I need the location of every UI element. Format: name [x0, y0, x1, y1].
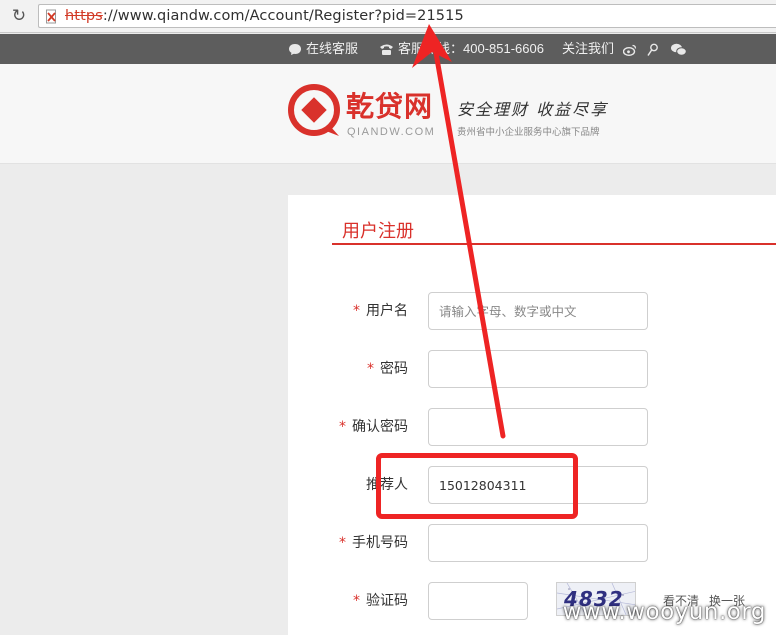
page-title: 用户注册	[342, 221, 414, 242]
password-label: * 密码	[367, 350, 408, 388]
hotline: 客服热线：400-851-6606	[379, 41, 544, 57]
phone-label: * 手机号码	[339, 524, 408, 562]
confirm-password-row: * 确认密码	[288, 408, 776, 446]
online-service-label: 在线客服	[306, 41, 359, 56]
online-service-link[interactable]: 在线客服	[288, 41, 358, 57]
insecure-lock-icon	[46, 9, 56, 24]
captcha-label: * 验证码	[353, 582, 408, 620]
register-panel: 用户注册 *用户名 *密码 *确认密码 推荐人 *手机号码 *验证码 4832 …	[288, 195, 776, 635]
url-text: https://www.qiandw.com/Account/Register?…	[65, 7, 464, 26]
qiandw-logo-icon[interactable]	[288, 84, 340, 138]
chat-bubble-icon	[289, 44, 301, 55]
phone-label-text: 手机号码	[352, 535, 408, 551]
logo-text: 乾贷网	[346, 90, 434, 123]
username-input[interactable]	[428, 292, 648, 330]
username-row: * 用户名	[288, 292, 776, 330]
confirm-password-label: * 确认密码	[339, 408, 408, 446]
wechat-icon[interactable]	[670, 43, 687, 56]
required-mark: *	[339, 535, 346, 551]
phone-input[interactable]	[428, 524, 648, 562]
reload-icon[interactable]: ↻	[9, 5, 29, 27]
follow-us-label: 关注我们	[562, 41, 615, 56]
sub-slogan: 贵州省中小企业服务中心旗下品牌	[457, 127, 600, 138]
username-label: * 用户名	[353, 292, 408, 330]
password-label-text: 密码	[380, 361, 408, 377]
phone-icon	[380, 44, 393, 55]
required-mark: *	[339, 419, 346, 435]
confirm-password-label-text: 确认密码	[352, 419, 408, 435]
password-row: * 密码	[288, 350, 776, 388]
slogan: 安全理财 收益尽享	[457, 100, 609, 119]
captcha-label-text: 验证码	[366, 593, 408, 609]
hotline-label: 客服热线：400-851-6606	[398, 41, 544, 56]
title-divider	[332, 243, 776, 245]
url-path: ://www.qiandw.com/Account/Register?pid=2…	[102, 8, 464, 24]
password-input[interactable]	[428, 350, 648, 388]
phone-row: * 手机号码	[288, 524, 776, 562]
site-topbar: 在线客服 客服热线：400-851-6606 关注我们	[0, 34, 776, 64]
logo-domain: QIANDW.COM	[347, 126, 436, 138]
annotation-highlight-box	[376, 453, 578, 519]
site-header: 乾贷网 QIANDW.COM 安全理财 收益尽享 贵州省中小企业服务中心旗下品牌	[0, 64, 776, 164]
address-bar[interactable]: https://www.qiandw.com/Account/Register?…	[38, 4, 776, 28]
watermark: www.wooyun.org	[562, 599, 766, 625]
follow-us: 关注我们	[562, 41, 691, 57]
tencent-weibo-icon[interactable]	[646, 43, 660, 56]
required-mark: *	[353, 593, 360, 609]
url-protocol: https	[65, 8, 103, 24]
required-mark: *	[353, 303, 360, 319]
captcha-input[interactable]	[428, 582, 528, 620]
username-label-text: 用户名	[366, 303, 408, 319]
browser-toolbar: ↻ https://www.qiandw.com/Account/Registe…	[0, 0, 776, 33]
required-mark: *	[367, 361, 374, 377]
weibo-icon[interactable]	[622, 44, 637, 56]
confirm-password-input[interactable]	[428, 408, 648, 446]
